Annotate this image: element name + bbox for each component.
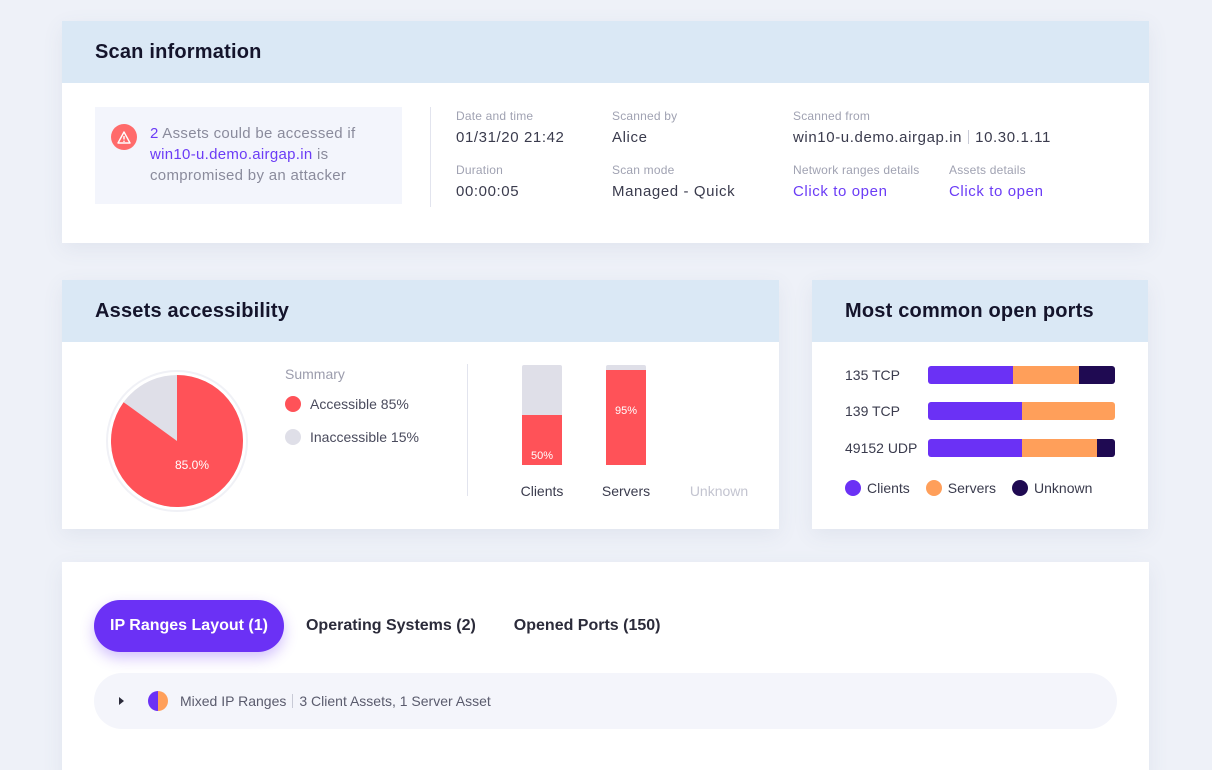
assets-details-field: Assets details Click to open <box>949 163 1044 200</box>
port-bar-unknown-segment <box>1097 439 1115 457</box>
ip-range-name: Mixed IP Ranges <box>180 693 287 709</box>
pie-value-label: 85.0% <box>175 458 209 472</box>
alert-message: 2 Assets could be accessed if win10-u.dem… <box>150 123 395 186</box>
tab-operating-systems[interactable]: Operating Systems (2) <box>288 600 494 652</box>
port-bar-servers-segment <box>1022 439 1098 457</box>
legend-inaccessible: Inaccessible 15% <box>285 429 419 445</box>
scan-information-header: Scan information <box>62 21 1149 83</box>
bar-clients: 50% <box>522 365 562 465</box>
date-time-value: 01/31/20 21:42 <box>456 129 565 146</box>
scan-mode-value: Managed - Quick <box>612 183 736 200</box>
ip-range-details: 3 Client Assets, 1 Server Asset <box>299 693 491 709</box>
port-bar-clients-segment <box>928 366 1014 384</box>
mixed-range-icon <box>148 691 168 711</box>
port-row-49152-udp: 49152 UDP <box>845 439 1115 457</box>
tab-bar: IP Ranges Layout (1) Operating Systems (… <box>94 600 679 652</box>
scan-information-title: Scan information <box>95 40 262 63</box>
servers-dot <box>925 480 942 496</box>
scanned-by-label: Scanned by <box>612 109 678 123</box>
scanned-from-field: Scanned from win10-u.demo.airgap.in 10.30… <box>793 109 1051 146</box>
scan-info-divider <box>430 107 431 207</box>
bar-clients-value-label: 50% <box>530 450 554 462</box>
ip-range-row[interactable]: Mixed IP Ranges 3 Client Assets, 1 Serve… <box>94 673 1117 729</box>
accessible-dot <box>285 396 301 412</box>
scanned-by-field: Scanned by Alice <box>612 109 677 146</box>
scanned-by-value: Alice <box>612 129 648 146</box>
bar-servers-category: Servers <box>601 483 651 499</box>
date-time-field: Date and time 01/31/20 21:42 <box>456 109 565 146</box>
scanned-from-separator <box>968 130 970 144</box>
assets-details-link[interactable]: Click to open <box>949 183 1044 200</box>
port-bar-clients-segment <box>928 402 1023 420</box>
ports-legend-clients-label: Clients <box>867 480 910 496</box>
clients-dot <box>845 480 861 496</box>
port-name: 49152 UDP <box>845 440 918 456</box>
duration-label: Duration <box>456 163 503 177</box>
legend-inaccessible-label: Inaccessible 15% <box>310 429 419 445</box>
ports-legend-unknown: Unknown <box>1012 480 1092 496</box>
duration-value: 00:00:05 <box>456 183 520 200</box>
assets-accessibility-header: Assets accessibility <box>62 280 779 342</box>
alert-asset-count: 2 <box>150 125 159 142</box>
accessibility-summary: Summary Accessible 85% Inaccessible 15% <box>285 366 419 445</box>
unknown-dot <box>1012 480 1029 496</box>
alert-text-part-1: Assets could be accessed if <box>158 125 356 142</box>
port-bar-servers-segment <box>1022 402 1115 420</box>
scan-mode-field: Scan mode Managed - Quick <box>612 163 735 200</box>
ports-legend-unknown-label: Unknown <box>1034 480 1093 496</box>
alert-host: win10-u.demo.airgap.in <box>150 146 313 163</box>
bar-servers-fill <box>606 370 646 465</box>
bar-servers-value-label: 95% <box>614 405 638 417</box>
open-ports-header: Most common open ports <box>812 280 1148 342</box>
assets-accessibility-title: Assets accessibility <box>95 299 290 322</box>
port-bar-clients-segment <box>928 439 1023 457</box>
port-bar-servers-segment <box>1013 366 1079 384</box>
scan-mode-label: Scan mode <box>612 163 675 177</box>
details-tabs-card: IP Ranges Layout (1) Operating Systems (… <box>62 562 1149 770</box>
open-ports-card: Most common open ports 135 TCP 139 TCP 4… <box>812 280 1148 529</box>
ip-range-separator <box>292 694 294 708</box>
port-bar-unknown-segment <box>1078 366 1115 384</box>
port-row-135-tcp: 135 TCP <box>845 366 1115 384</box>
port-row-139-tcp: 139 TCP <box>845 402 1115 420</box>
scanned-from-ip: 10.30.1.11 <box>975 129 1051 146</box>
bar-unknown-category: Unknown <box>689 483 749 499</box>
network-ranges-field: Network ranges details Click to open <box>793 163 919 200</box>
accessibility-pie-chart: 85.0% <box>106 370 248 512</box>
legend-accessible: Accessible 85% <box>285 396 419 412</box>
port-bar <box>928 439 1115 457</box>
tab-ip-ranges-layout[interactable]: IP Ranges Layout (1) <box>94 600 284 652</box>
port-bar <box>928 402 1115 420</box>
legend-accessible-label: Accessible 85% <box>310 396 409 412</box>
scan-information-card: Scan information 2 Assets could be acces… <box>62 21 1149 243</box>
port-bar <box>928 366 1115 384</box>
assets-accessibility-card: Assets accessibility 85.0% Summary Acces… <box>62 280 779 529</box>
network-ranges-link[interactable]: Click to open <box>793 183 919 200</box>
tab-opened-ports[interactable]: Opened Ports (150) <box>496 600 679 652</box>
summary-title: Summary <box>285 366 345 382</box>
warning-icon <box>111 124 137 150</box>
scanned-from-label: Scanned from <box>793 109 871 123</box>
duration-field: Duration 00:00:05 <box>456 163 519 200</box>
ports-legend-servers: Servers <box>925 480 997 496</box>
ports-legend: Clients Servers Unknown <box>845 480 1108 496</box>
ports-legend-clients: Clients <box>845 480 910 496</box>
bar-servers: 95% <box>606 365 646 465</box>
assets-details-label: Assets details <box>949 163 1026 177</box>
accessibility-divider <box>467 364 468 496</box>
expand-caret-icon[interactable] <box>119 697 124 705</box>
ports-legend-servers-label: Servers <box>947 480 997 496</box>
bar-clients-category: Clients <box>520 483 564 499</box>
inaccessible-dot <box>285 429 301 445</box>
port-name: 139 TCP <box>845 403 900 419</box>
scanned-from-value: win10-u.demo.airgap.in 10.30.1.11 <box>793 129 1051 146</box>
open-ports-title: Most common open ports <box>845 299 1094 322</box>
scanned-from-host: win10-u.demo.airgap.in <box>793 129 963 146</box>
date-time-label: Date and time <box>456 109 534 123</box>
network-ranges-label: Network ranges details <box>793 163 920 177</box>
port-name: 135 TCP <box>845 367 900 383</box>
compromise-alert: 2 Assets could be accessed if win10-u.dem… <box>95 107 402 204</box>
